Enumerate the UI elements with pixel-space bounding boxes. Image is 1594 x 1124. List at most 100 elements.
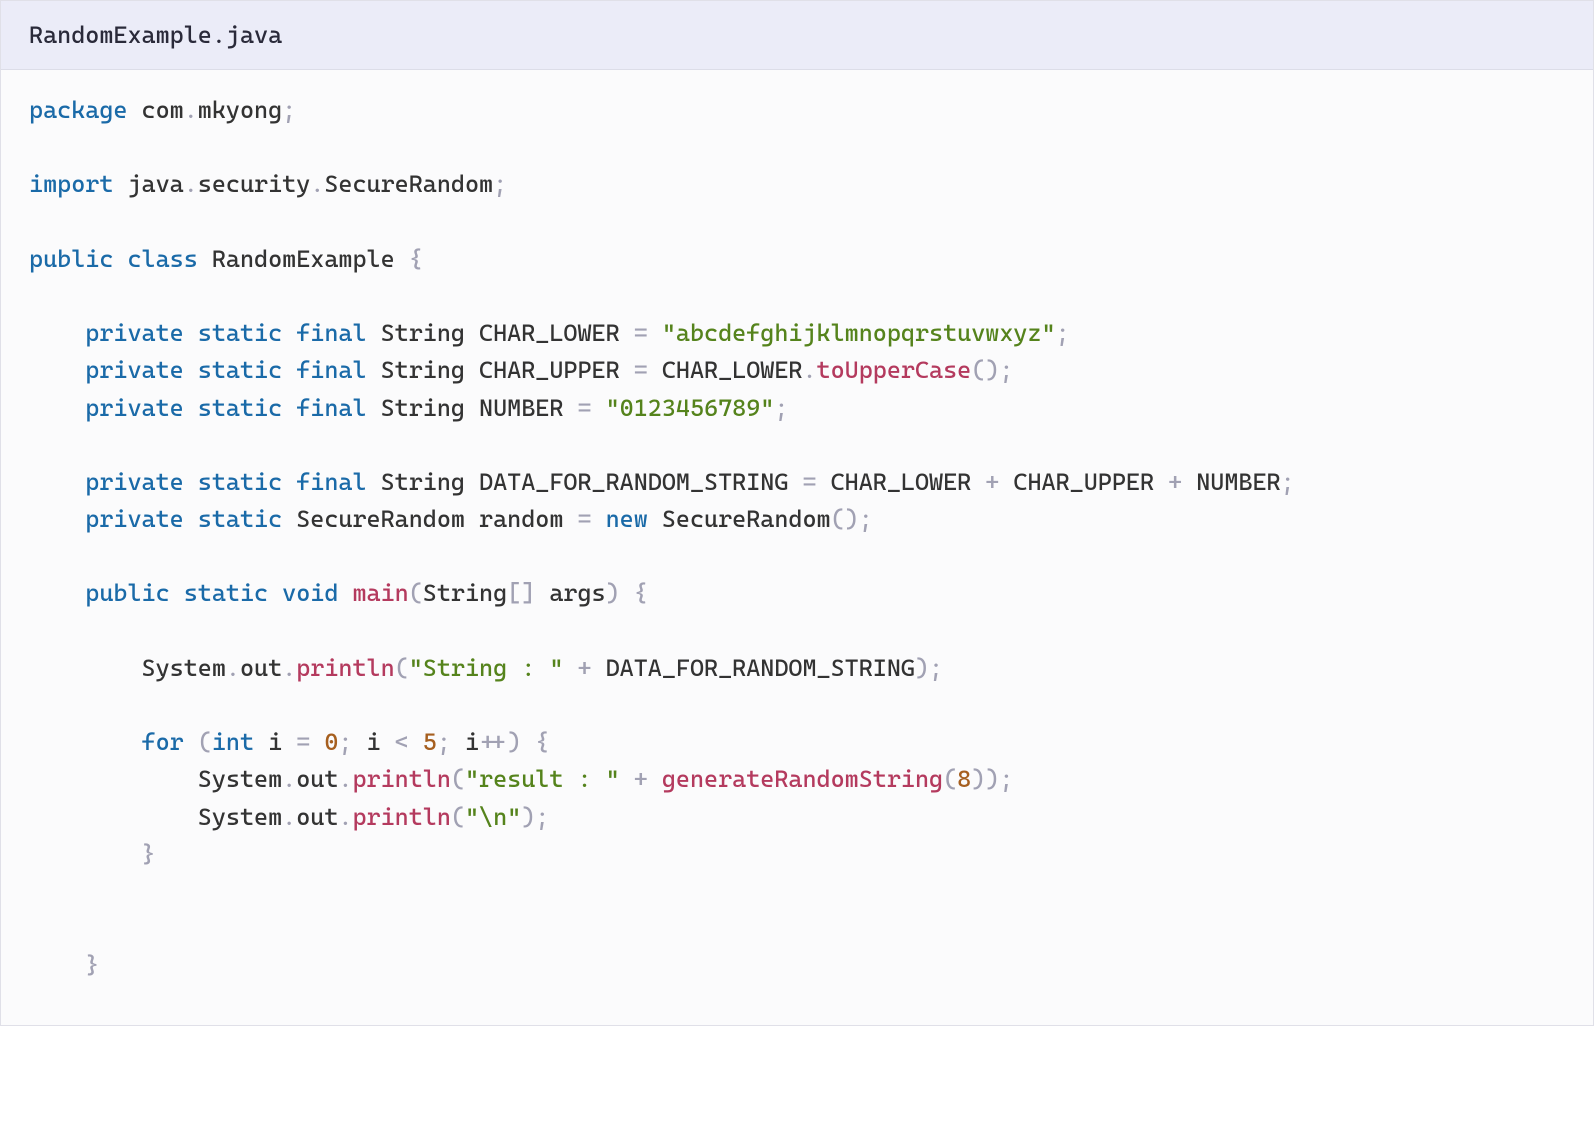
ref-out: out (240, 654, 282, 682)
lbrace: { (634, 579, 648, 607)
string-prefix2: "result : " (465, 765, 620, 793)
method-println: println (296, 654, 394, 682)
string-alpha: "abcdefghijklmnopqrstuvwxyz" (662, 319, 1056, 347)
semicolon: ; (859, 505, 873, 533)
semicolon: ; (535, 803, 549, 831)
filename-header: RandomExample.java (1, 1, 1593, 70)
lbrace: { (409, 245, 423, 273)
rparen: ) (985, 765, 999, 793)
ref-out: out (296, 765, 338, 793)
rbrace: } (142, 840, 156, 868)
num-five: 5 (423, 728, 437, 756)
rparen: ) (507, 728, 521, 756)
keyword-final: final (296, 356, 366, 384)
string-digits: "0123456789" (606, 394, 775, 422)
plus: + (634, 765, 648, 793)
rbrace: } (85, 951, 99, 979)
num-eight: 8 (957, 765, 971, 793)
ref-number: NUMBER (1196, 468, 1280, 496)
rparen: ) (985, 356, 999, 384)
type-securerandom: SecureRandom (296, 505, 465, 533)
semicolon: ; (774, 394, 788, 422)
lparen: ( (831, 505, 845, 533)
keyword-static: static (198, 394, 282, 422)
var-i: i (465, 728, 479, 756)
lparen: ( (971, 356, 985, 384)
keyword-static: static (198, 505, 282, 533)
import-seg1: java (127, 170, 183, 198)
const-number: NUMBER (479, 394, 563, 422)
keyword-package: package (29, 96, 127, 124)
type-string: String (381, 394, 465, 422)
plus: + (577, 654, 591, 682)
keyword-public: public (85, 579, 169, 607)
lparen: ( (409, 579, 423, 607)
keyword-static: static (198, 468, 282, 496)
dot: . (184, 170, 198, 198)
var-i: i (367, 728, 381, 756)
method-generate: generateRandomString (662, 765, 943, 793)
dot: . (310, 170, 324, 198)
class-name: RandomExample (212, 245, 395, 273)
code-block: RandomExample.java package com.mkyong; i… (0, 0, 1594, 1026)
rparen: ) (521, 803, 535, 831)
import-seg2: security (198, 170, 311, 198)
method-println: println (352, 765, 450, 793)
package-seg1: com (142, 96, 184, 124)
type-string: String (381, 468, 465, 496)
plus: + (985, 468, 999, 496)
keyword-int: int (212, 728, 254, 756)
param-args: args (549, 579, 605, 607)
keyword-final: final (296, 468, 366, 496)
type-string: String (381, 356, 465, 384)
dot: . (282, 803, 296, 831)
const-data: DATA_FOR_RANDOM_STRING (479, 468, 788, 496)
eq: = (634, 356, 648, 384)
ref-char-upper: CHAR_UPPER (1013, 468, 1154, 496)
keyword-public: public (29, 245, 113, 273)
ref-system: System (198, 765, 282, 793)
ref-system: System (142, 654, 226, 682)
semicolon: ; (999, 765, 1013, 793)
keyword-for: for (142, 728, 184, 756)
package-seg2: mkyong (198, 96, 282, 124)
type-securerandom: SecureRandom (662, 505, 831, 533)
method-main: main (352, 579, 408, 607)
keyword-import: import (29, 170, 113, 198)
var-random: random (479, 505, 563, 533)
const-char-upper: CHAR_UPPER (479, 356, 620, 384)
string-prefix1: "String : " (409, 654, 564, 682)
semicolon: ; (437, 728, 451, 756)
method-touppercase: toUpperCase (817, 356, 972, 384)
keyword-private: private (85, 356, 183, 384)
keyword-private: private (85, 394, 183, 422)
rparen: ) (845, 505, 859, 533)
dot: . (184, 96, 198, 124)
dot: . (226, 654, 240, 682)
lparen: ( (198, 728, 212, 756)
ref-out: out (296, 803, 338, 831)
plus: + (1168, 468, 1182, 496)
dot: . (282, 765, 296, 793)
ref-char-lower: CHAR_LOWER (662, 356, 803, 384)
semicolon: ; (1281, 468, 1295, 496)
lparen: ( (451, 803, 465, 831)
semicolon: ; (999, 356, 1013, 384)
lparen: ( (943, 765, 957, 793)
dot: . (802, 356, 816, 384)
string-newline: "\n" (465, 803, 521, 831)
eq: = (577, 394, 591, 422)
keyword-final: final (296, 394, 366, 422)
keyword-final: final (296, 319, 366, 347)
keyword-static: static (198, 356, 282, 384)
method-println: println (352, 803, 450, 831)
semicolon: ; (338, 728, 352, 756)
keyword-static: static (198, 319, 282, 347)
lparen: ( (451, 765, 465, 793)
keyword-static: static (184, 579, 268, 607)
type-string: String (423, 579, 507, 607)
eq: = (296, 728, 310, 756)
semicolon: ; (493, 170, 507, 198)
lt: < (395, 728, 409, 756)
eq: = (577, 505, 591, 533)
